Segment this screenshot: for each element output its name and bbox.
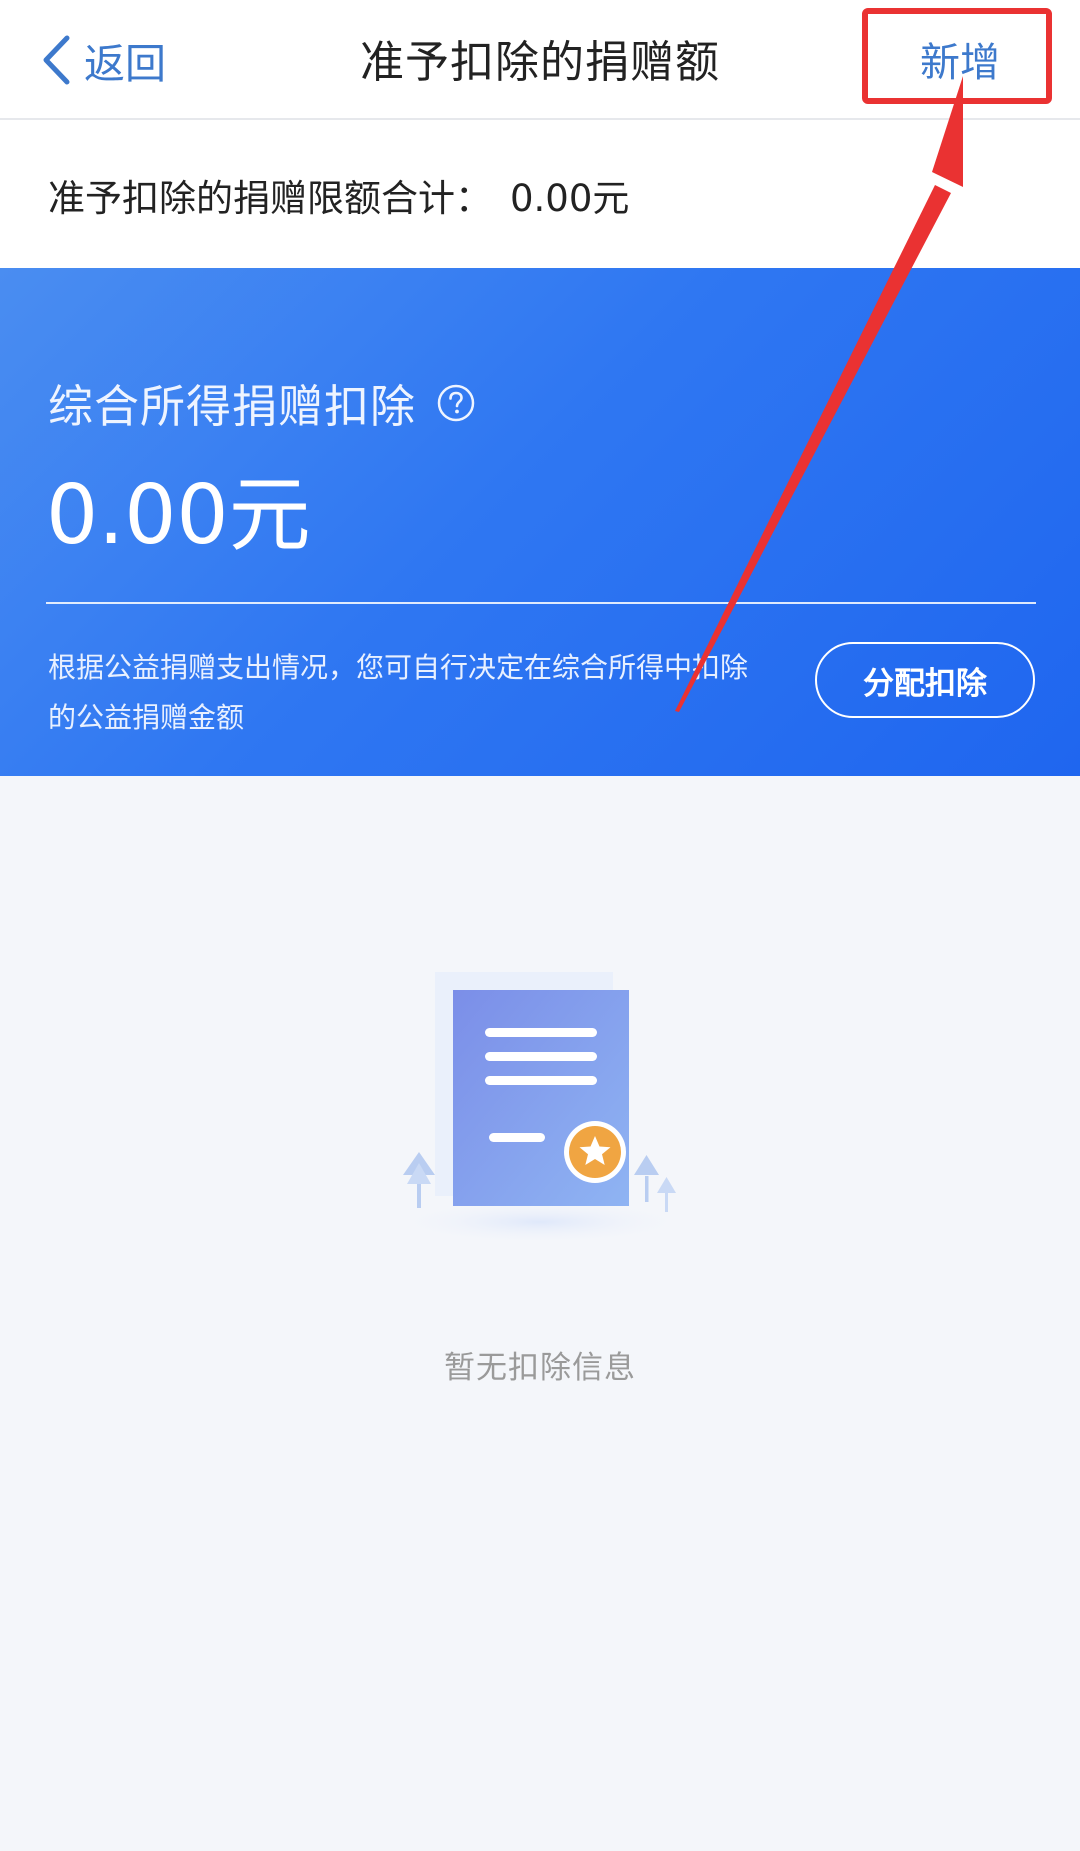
banner-divider xyxy=(46,602,1036,604)
banner-title-text: 综合所得捐赠扣除 xyxy=(48,380,417,433)
deduction-limit-value: 0.00元 xyxy=(510,177,630,220)
tree-right-icon xyxy=(634,1155,676,1212)
deduction-limit-label: 准予扣除的捐赠限额合计： xyxy=(48,177,492,220)
tree-left-icon xyxy=(403,1152,435,1208)
annotation-highlight-box xyxy=(862,8,1052,104)
question-circle-icon[interactable] xyxy=(436,383,476,423)
deduction-limit-text: 准予扣除的捐赠限额合计： 0.00元 xyxy=(48,168,629,222)
deduction-limit-row: 准予扣除的捐赠限额合计： 0.00元 xyxy=(0,120,1080,268)
empty-document-illustration xyxy=(390,972,690,1244)
comprehensive-income-banner: 综合所得捐赠扣除 0.00元 根据公益捐赠支出情况，您可自行决定在综合所得中扣除… xyxy=(0,268,1080,776)
star-badge-icon xyxy=(564,1121,626,1183)
banner-description: 根据公益捐赠支出情况，您可自行决定在综合所得中扣除的公益捐赠金额 xyxy=(48,651,749,734)
allocate-deduction-button[interactable]: 分配扣除 xyxy=(815,642,1035,718)
banner-title: 综合所得捐赠扣除 xyxy=(48,370,476,435)
empty-state-text: 暂无扣除信息 xyxy=(444,1350,636,1386)
banner-amount: 0.00元 xyxy=(46,468,311,563)
